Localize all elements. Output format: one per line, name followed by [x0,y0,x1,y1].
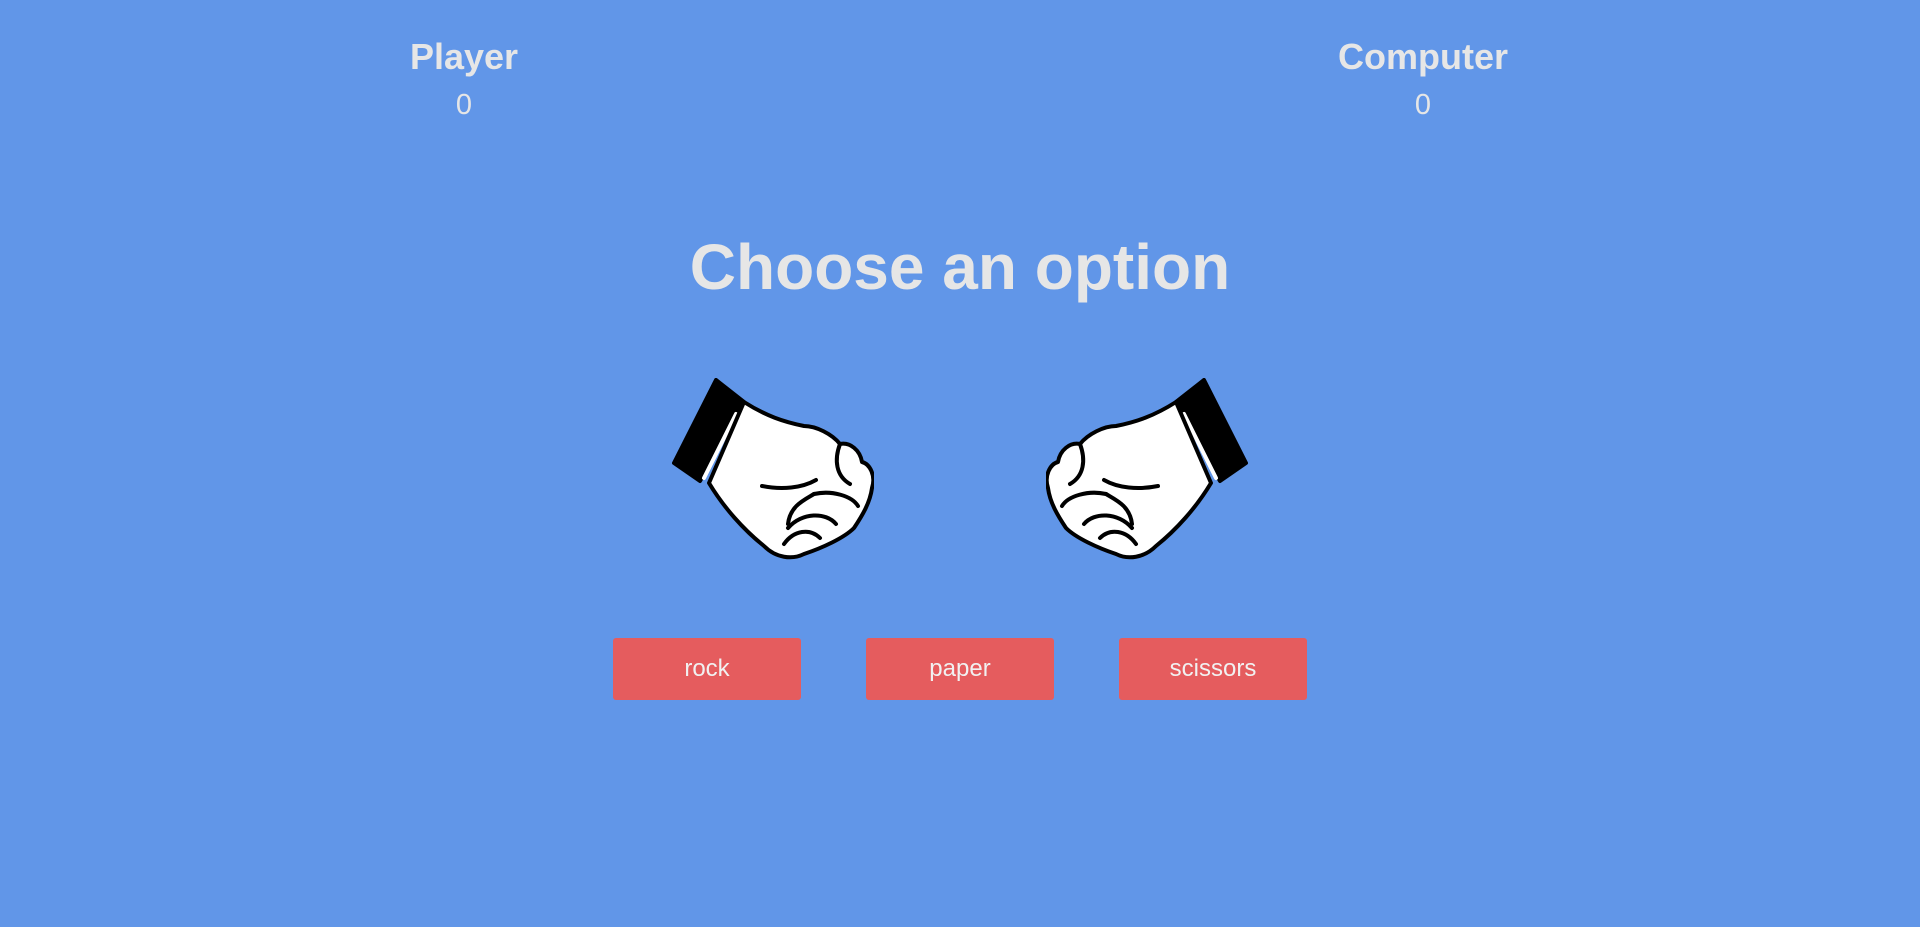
game-message: Choose an option [689,231,1231,303]
paper-button[interactable]: paper [866,638,1054,700]
player-score-panel: Player 0 [314,36,614,122]
scissors-button[interactable]: scissors [1119,638,1307,700]
computer-score-panel: Computer 0 [1273,36,1573,122]
computer-label: Computer [1338,36,1508,77]
player-label: Player [409,36,519,77]
player-fist-icon [664,378,874,564]
computer-score: 0 [1414,89,1432,121]
player-score: 0 [455,89,473,121]
computer-fist-icon [1046,378,1256,564]
rock-button[interactable]: rock [613,638,801,700]
